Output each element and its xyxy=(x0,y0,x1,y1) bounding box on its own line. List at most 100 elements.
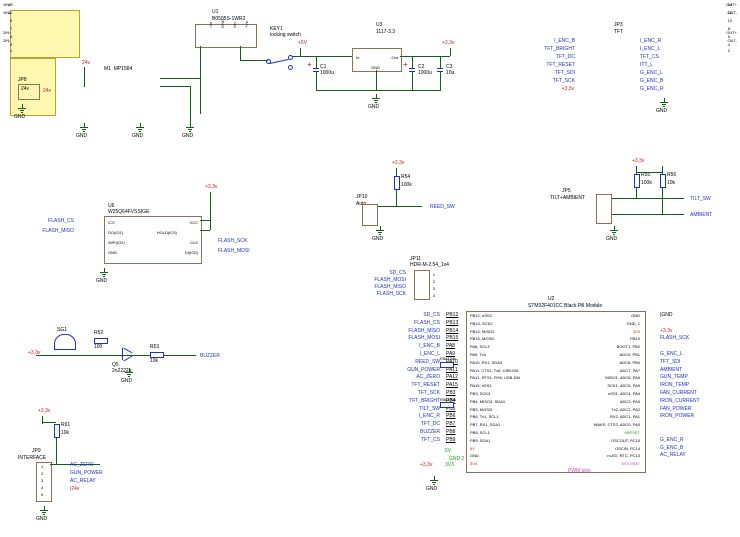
net xyxy=(660,343,700,351)
wire xyxy=(84,67,85,87)
jp9-pin: 4 xyxy=(41,485,43,490)
c1-val: 1000u xyxy=(320,70,334,76)
net: AC_RELAY xyxy=(660,452,700,460)
u2-3v3: 3V3 xyxy=(445,462,454,468)
u6-33v: +3,3v xyxy=(205,184,217,190)
net: G_ENC_B xyxy=(640,78,663,84)
pin-desc: PB7, RX1, SDA1 xyxy=(470,422,520,430)
net: GUN_TEMP xyxy=(660,374,700,382)
wire xyxy=(376,70,377,90)
u6-pin: GND xyxy=(108,250,117,255)
pin-desc: PB8, SCL1 xyxy=(470,430,520,438)
pin: PB14 xyxy=(446,328,458,336)
r54-val: 100k xyxy=(401,182,412,188)
u6-pin: DO(IO1) xyxy=(108,230,123,235)
key1-val: locking switch xyxy=(270,32,301,38)
u6-pin: HOLD(IO3) xyxy=(157,230,177,235)
pin-desc: OSCIN, PC14 xyxy=(560,446,640,454)
pin-desc: PB6, Tx1, SCL1 xyxy=(470,414,520,422)
u2-pins-right: GND GND_1 3V3 PB10 BOOT1, PB2 ADC9, PB1 … xyxy=(560,313,640,469)
jp3-ref: JP3 xyxy=(614,22,623,28)
jp9-pin: 1 xyxy=(41,464,43,469)
net: I_ENC_R xyxy=(640,38,661,44)
net: AC_ZERO xyxy=(70,462,94,468)
gnd-jp10: GND xyxy=(376,226,386,234)
net: G_ENC_L xyxy=(660,351,700,359)
wire xyxy=(440,56,441,68)
wire xyxy=(190,86,191,126)
net: +3,3v xyxy=(554,86,574,92)
wire xyxy=(412,56,413,68)
u2-33v: +3,3v xyxy=(420,462,432,468)
r55-val: 100k xyxy=(641,180,652,186)
jp3-pin: 6 xyxy=(728,34,730,39)
gnd-u3: GND xyxy=(372,94,382,102)
r61-ref: R61 xyxy=(61,422,70,428)
jp9-33v: +3,3v xyxy=(38,408,50,414)
q5-body xyxy=(120,348,134,362)
wire xyxy=(636,188,637,198)
u3-33v: +3,3v xyxy=(442,40,454,46)
r61-body xyxy=(54,424,60,438)
r58b-ref: R58100k xyxy=(440,397,456,402)
pin: PB8 xyxy=(446,429,458,437)
gnd-jp8: GND xyxy=(18,104,28,112)
wire xyxy=(210,214,211,230)
wire xyxy=(332,56,352,57)
r61-val: 10k xyxy=(61,430,69,436)
u1-body: -Vo GND Vin +Vo xyxy=(195,24,257,48)
pin: PB7 xyxy=(446,421,458,429)
jp8-24v: 24v xyxy=(43,88,51,94)
r52-ref: R52 xyxy=(94,330,103,336)
net: G_ENC_R xyxy=(640,86,664,92)
pin-desc: PB12, nSS2 xyxy=(470,313,520,321)
pin-desc: SCK1, ADC5, PA5 xyxy=(560,383,640,391)
net: TFT_SCK xyxy=(525,78,575,84)
c3-val: 10u xyxy=(446,70,454,76)
net: GUN_POWER xyxy=(370,367,440,375)
u3-body: In Out GND xyxy=(352,48,402,72)
net: GUN_POWER xyxy=(70,470,103,476)
net: I_ENC_B xyxy=(525,38,575,44)
jp3-pin: 5 xyxy=(10,34,12,39)
pin: PB15 xyxy=(446,335,458,343)
net: TFT_SCK xyxy=(370,390,440,398)
wire xyxy=(42,422,56,423)
net: AC_ZERO xyxy=(370,374,440,382)
m1-body: 1IN+ 1IN- 2IN+ 2IN- OUT+ OUT- OUT+ OUT- xyxy=(10,10,80,58)
pin-desc: PA10, RX1, SDA3 xyxy=(470,360,520,368)
u2-pins-left: PB12, nSS2 PB13, SCK2 PB14, MISO2 PB15, … xyxy=(470,313,520,469)
gnd-jp3: GND xyxy=(660,98,670,106)
u6-val: W25Q64FVSSIGE xyxy=(108,209,149,215)
net: ITT_L xyxy=(640,62,653,68)
r52-val: 100 xyxy=(94,344,102,350)
jp5-ref: JP5 xyxy=(562,188,571,194)
net: AMBIENT xyxy=(660,367,700,375)
r55-body xyxy=(634,174,640,188)
net: TFT_RESET xyxy=(525,62,575,68)
pin-desc: PB10 xyxy=(560,336,640,344)
gnd-sg1: GND xyxy=(125,368,135,376)
net: TFT_DC xyxy=(525,54,575,60)
u6-pin: CLK xyxy=(190,240,198,245)
pin: PB13 xyxy=(446,320,458,328)
net: FLASH_MOSI xyxy=(370,335,440,343)
u2-val: STM32F401CC Black Pill Module xyxy=(528,303,602,309)
gnd-jp9: GND xyxy=(40,506,50,514)
wire xyxy=(450,48,451,56)
wire xyxy=(400,56,450,57)
jp9-ref: JP9 xyxy=(32,448,41,454)
pin: PA8 xyxy=(446,343,458,351)
pin-desc: PB13, SCK2 xyxy=(470,321,520,329)
key1-body xyxy=(266,53,294,77)
wire xyxy=(56,438,57,464)
u1-pin: GND xyxy=(220,19,225,28)
pin-desc: RX2, ADC1, PA1 xyxy=(560,414,640,422)
r54-ref: R54 xyxy=(401,174,410,180)
wire xyxy=(200,230,210,231)
u3-pin: In xyxy=(356,55,359,60)
net: FLASH_SCK xyxy=(218,238,247,244)
wire xyxy=(200,220,210,221)
pin-desc: PA8, SCL3 xyxy=(470,344,520,352)
pin-desc: GND xyxy=(470,453,520,461)
